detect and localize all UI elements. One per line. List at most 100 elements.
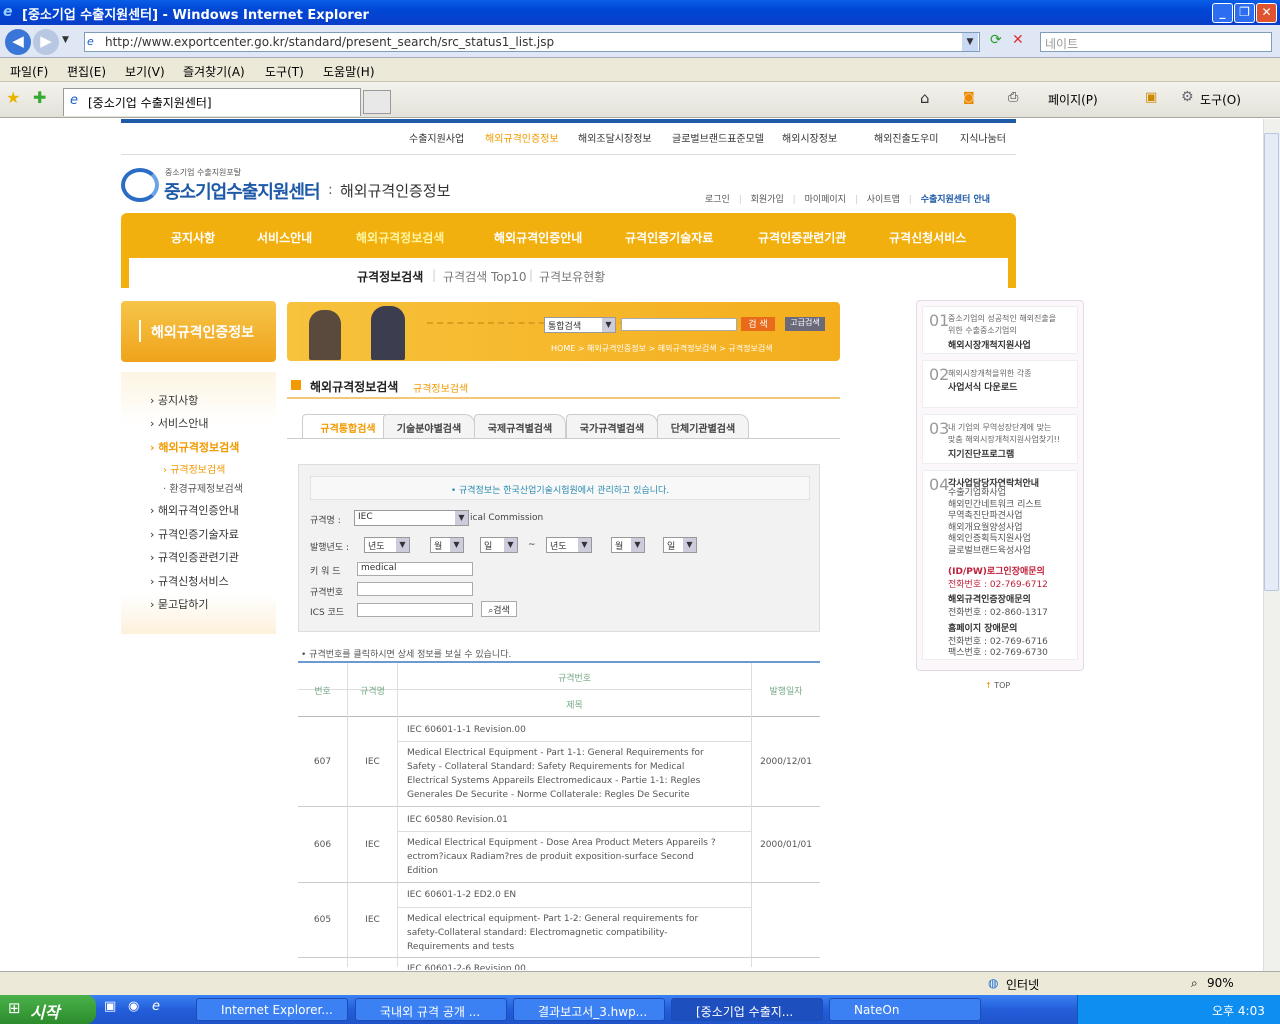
- gnb-tech[interactable]: 규격인증기술자료: [625, 229, 713, 246]
- from-day-select[interactable]: 일 ▼: [480, 537, 518, 553]
- from-year-select[interactable]: 년도 ▼: [364, 537, 410, 553]
- advanced-search-button[interactable]: 고급검색: [785, 317, 825, 331]
- row-code-link[interactable]: IEC 60601-2-6 Revision.00: [407, 962, 747, 970]
- lnb-env-search[interactable]: · 환경규제정보검색: [163, 480, 243, 495]
- tab-national[interactable]: 국가규격별검색: [566, 414, 658, 439]
- menu-file[interactable]: 파일(F): [10, 63, 48, 80]
- header-search-select[interactable]: 통합검색 ▼: [544, 317, 616, 333]
- favorites-star-icon[interactable]: ★: [6, 88, 20, 107]
- history-dropdown-icon[interactable]: ▼: [62, 35, 69, 45]
- topnav-helper[interactable]: 해외진출도우미: [874, 130, 938, 145]
- menu-favorites[interactable]: 즐겨찾기(A): [183, 63, 245, 80]
- ics-input[interactable]: [357, 603, 473, 617]
- minimize-button[interactable]: _: [1212, 3, 1233, 23]
- address-input[interactable]: http://www.exportcenter.go.kr/standard/p…: [84, 32, 980, 52]
- lnb-notice[interactable]: › 공지사항: [150, 392, 198, 408]
- refresh-icon[interactable]: ⟳: [990, 32, 1008, 50]
- quicklaunch-ie-icon[interactable]: e: [152, 999, 160, 1014]
- to-day-select[interactable]: 일 ▼: [663, 537, 697, 553]
- rss-icon[interactable]: ◙: [963, 90, 975, 104]
- page-menu[interactable]: 페이지(P): [1048, 91, 1098, 108]
- lnb-info-search[interactable]: › 규격정보검색: [163, 461, 225, 476]
- scrollbar-thumb[interactable]: [1264, 133, 1279, 591]
- mypage-link[interactable]: 마이페이지: [805, 195, 846, 205]
- gnb-apply[interactable]: 규격신청서비스: [889, 229, 966, 246]
- lnb-org[interactable]: › 규격인증관련기관: [150, 549, 239, 565]
- sitemap-link[interactable]: 사이트맵: [867, 195, 900, 205]
- lnb-tech[interactable]: › 규격인증기술자료: [150, 526, 239, 542]
- to-year-select[interactable]: 년도 ▼: [546, 537, 592, 553]
- search-input[interactable]: 네이트: [1040, 32, 1272, 52]
- quick-item-3[interactable]: 03 내 기업의 무역성장단계에 맞는 맞춤 해외시장개척지원사업찾기!! 지기…: [922, 414, 1078, 464]
- task-nateon[interactable]: NateOn: [829, 998, 981, 1021]
- task-hwp[interactable]: 결과보고서_3.hwp...: [513, 998, 665, 1021]
- keyword-input[interactable]: medical: [357, 562, 473, 576]
- menu-view[interactable]: 보기(V): [125, 63, 165, 80]
- number-input[interactable]: [357, 582, 473, 596]
- center-info-link[interactable]: 수출지원센터 안내: [921, 195, 990, 205]
- new-tab-button[interactable]: [363, 90, 391, 114]
- q4-link[interactable]: 해외인증획득지원사업: [948, 534, 1113, 546]
- gear-icon[interactable]: ⚙: [1181, 89, 1194, 105]
- topnav-procure[interactable]: 해외조달시장정보: [578, 130, 652, 145]
- quick-item-2[interactable]: 02 해외시장개척을위한 각종 사업서식 다운로드: [922, 360, 1078, 408]
- topnav-market[interactable]: 해외시장정보: [782, 130, 837, 145]
- home-icon[interactable]: ⌂: [920, 89, 930, 107]
- zoom-level[interactable]: 90%: [1207, 976, 1234, 990]
- quick-item-1[interactable]: 01 중소기업의 성공적인 해외진출을 위한 수출중소기업의 해외시장개척지원사…: [922, 306, 1078, 354]
- print-icon[interactable]: ⎙: [1008, 90, 1018, 105]
- gnb-org[interactable]: 규격인증관련기관: [758, 229, 846, 246]
- gnb-service[interactable]: 서비스안내: [257, 229, 312, 246]
- q4-link[interactable]: 해외개요월양성사업: [948, 523, 1113, 535]
- menu-tools[interactable]: 도구(T): [265, 63, 304, 80]
- org-select[interactable]: IEC ▼: [354, 510, 469, 526]
- topnav-brand[interactable]: 글로벌브랜드표준모델: [672, 130, 764, 145]
- forward-icon[interactable]: ▶: [33, 29, 59, 55]
- zoom-icon[interactable]: ⌕: [1191, 976, 1198, 991]
- logo-main[interactable]: 중소기업수출지원센터: [164, 178, 321, 204]
- task-folder[interactable]: 국내외 규격 공개 ...: [355, 998, 507, 1021]
- subtab-top10[interactable]: 규격검색 Top10: [443, 268, 527, 285]
- topnav-standard[interactable]: 해외규격인증정보: [485, 130, 559, 145]
- lnb-standard-search[interactable]: › 해외규격정보검색: [150, 439, 239, 455]
- safety-icon[interactable]: ▣: [1145, 90, 1157, 105]
- tab-integrated[interactable]: 규격통합검색: [302, 414, 394, 439]
- menu-help[interactable]: 도움말(H): [323, 63, 375, 80]
- lnb-qna[interactable]: › 묻고답하기: [150, 596, 209, 612]
- login-link[interactable]: 로그인: [705, 195, 730, 205]
- tab-tech-field[interactable]: 기술분야별검색: [383, 414, 475, 439]
- gnb-guide[interactable]: 해외규격인증안내: [494, 229, 582, 246]
- form-search-button[interactable]: ⌕검색: [481, 601, 517, 617]
- task-current[interactable]: [중소기업 수출지...: [671, 998, 823, 1021]
- gnb-search[interactable]: 해외규격정보검색: [356, 229, 444, 246]
- header-search-input[interactable]: [621, 318, 737, 331]
- from-month-select[interactable]: 월 ▼: [430, 537, 464, 553]
- menu-edit[interactable]: 편집(E): [67, 63, 106, 80]
- topnav-export[interactable]: 수출지원사업: [409, 130, 464, 145]
- topnav-knowledge[interactable]: 지식나눔터: [960, 130, 1006, 145]
- lnb-service[interactable]: › 서비스안내: [150, 415, 209, 431]
- gnb-notice[interactable]: 공지사항: [171, 229, 215, 246]
- row-code-link[interactable]: IEC 60601-1-2 ED2.0 EN: [407, 888, 747, 902]
- maximize-button[interactable]: ❐: [1234, 3, 1255, 23]
- join-link[interactable]: 회원가입: [751, 195, 784, 205]
- row-code-link[interactable]: IEC 60601-1-1 Revision.00: [407, 723, 747, 737]
- q4-link[interactable]: 글로벌브랜드육성사업: [948, 546, 1113, 558]
- subtab-search[interactable]: 규격정보검색: [357, 268, 423, 285]
- quicklaunch-icon[interactable]: ▣: [104, 999, 116, 1014]
- lnb-apply[interactable]: › 규격신청서비스: [150, 573, 229, 589]
- row-code-link[interactable]: IEC 60580 Revision.01: [407, 813, 747, 827]
- back-icon[interactable]: ◀: [5, 29, 31, 55]
- stop-icon[interactable]: ✕: [1012, 32, 1030, 50]
- tab-international[interactable]: 국제규격별검색: [474, 414, 566, 439]
- quicklaunch-icon[interactable]: ◉: [128, 999, 139, 1014]
- to-month-select[interactable]: 월 ▼: [611, 537, 645, 553]
- q4-link[interactable]: 무역촉진단파견사업: [948, 511, 1113, 523]
- address-dropdown-icon[interactable]: ▼: [962, 33, 978, 51]
- subtab-status[interactable]: 규격보유현황: [539, 268, 605, 285]
- lnb-guide[interactable]: › 해외규격인증안내: [150, 502, 239, 518]
- top-link[interactable]: ↑ TOP: [985, 681, 1010, 690]
- task-ie[interactable]: Internet Explorer...: [196, 998, 348, 1021]
- tab-organization[interactable]: 단체기관별검색: [657, 414, 749, 439]
- close-button[interactable]: ✕: [1256, 3, 1277, 23]
